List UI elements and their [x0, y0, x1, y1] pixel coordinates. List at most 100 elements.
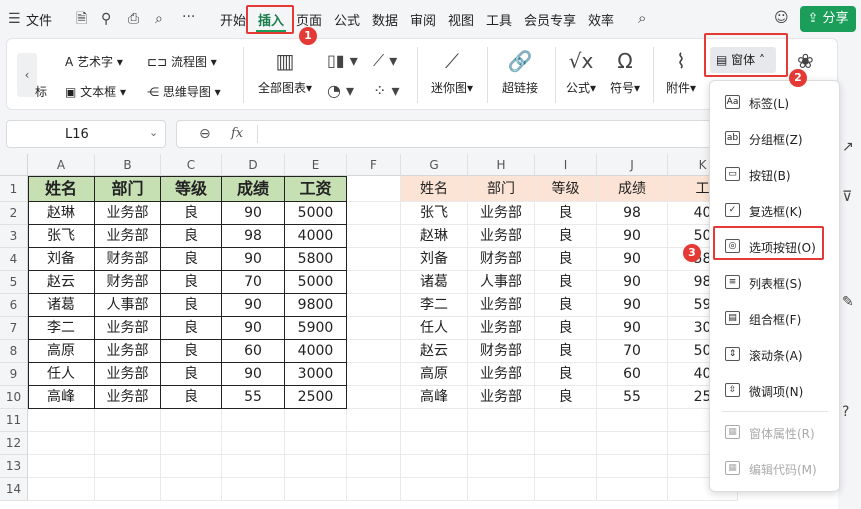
- right-table-cell[interactable]: 90: [597, 294, 668, 317]
- left-table-cell[interactable]: 任人: [28, 363, 95, 386]
- row-header-1[interactable]: 1: [0, 176, 28, 202]
- cell[interactable]: [222, 455, 285, 478]
- cell[interactable]: [285, 455, 347, 478]
- left-table-cell[interactable]: 业务部: [95, 340, 161, 363]
- fx-icon[interactable]: fx: [231, 126, 243, 141]
- cell[interactable]: [347, 432, 401, 455]
- right-table-cell[interactable]: 良: [535, 317, 597, 340]
- sidebar-pen-icon[interactable]: ✎: [842, 295, 854, 309]
- left-header-cell[interactable]: 等级: [161, 176, 222, 202]
- cell[interactable]: [222, 409, 285, 432]
- file-menu[interactable]: 文件: [26, 10, 52, 29]
- cell[interactable]: [347, 363, 401, 386]
- left-table-cell[interactable]: 良: [161, 363, 222, 386]
- cell[interactable]: [95, 478, 161, 501]
- row-header-3[interactable]: 3: [0, 225, 28, 248]
- tab-member[interactable]: 会员专享: [524, 10, 576, 29]
- right-table-cell[interactable]: 任人: [401, 317, 468, 340]
- cell[interactable]: [347, 409, 401, 432]
- column-header-H[interactable]: H: [468, 154, 535, 176]
- cell[interactable]: [95, 455, 161, 478]
- left-table-cell[interactable]: 刘备: [28, 248, 95, 271]
- right-table-cell[interactable]: 良: [535, 340, 597, 363]
- column-header-I[interactable]: I: [535, 154, 597, 176]
- tab-view[interactable]: 视图: [448, 10, 474, 29]
- right-table-cell[interactable]: 人事部: [468, 271, 535, 294]
- tab-tools[interactable]: 工具: [486, 10, 512, 29]
- right-table-cell[interactable]: 90: [597, 317, 668, 340]
- left-header-cell[interactable]: 部门: [95, 176, 161, 202]
- cell[interactable]: [347, 294, 401, 317]
- menu-item-3[interactable]: ✓ 复选框(K): [720, 197, 832, 223]
- row-header-11[interactable]: 11: [0, 409, 28, 432]
- right-table-cell[interactable]: 业务部: [468, 386, 535, 409]
- tab-formula[interactable]: 公式: [334, 10, 360, 29]
- right-table-cell[interactable]: 98: [597, 202, 668, 225]
- left-table-cell[interactable]: 5800: [285, 248, 347, 271]
- left-table-cell[interactable]: 良: [161, 340, 222, 363]
- cell[interactable]: [347, 317, 401, 340]
- flowchart-button[interactable]: ⊏⊐ 流程图 ▾: [147, 53, 217, 70]
- left-header-cell[interactable]: 姓名: [28, 176, 95, 202]
- art-text-button[interactable]: A 艺术字 ▾: [65, 53, 123, 70]
- right-table-cell[interactable]: 良: [535, 202, 597, 225]
- name-box[interactable]: L16 ⌄: [6, 120, 166, 148]
- right-table-cell[interactable]: 李二: [401, 294, 468, 317]
- cell[interactable]: [597, 409, 668, 432]
- left-table-cell[interactable]: 张飞: [28, 225, 95, 248]
- cell[interactable]: [347, 176, 401, 202]
- zoom-icon[interactable]: ⊖: [199, 126, 211, 142]
- left-table-cell[interactable]: 良: [161, 317, 222, 340]
- row-header-9[interactable]: 9: [0, 363, 28, 386]
- menu-item-6[interactable]: ▤ 组合框(F): [720, 305, 832, 331]
- right-table-cell[interactable]: 业务部: [468, 363, 535, 386]
- menu-item-5[interactable]: ≡ 列表框(S): [720, 269, 832, 295]
- cell[interactable]: [535, 409, 597, 432]
- row-header-13[interactable]: 13: [0, 455, 28, 478]
- print-icon[interactable]: ⎙: [128, 12, 139, 26]
- right-header-cell[interactable]: 成绩: [597, 176, 668, 202]
- label-partial[interactable]: 标: [35, 83, 47, 100]
- more-icon[interactable]: ···: [182, 10, 195, 24]
- right-table-cell[interactable]: 良: [535, 386, 597, 409]
- scatter-chart-icon[interactable]: ⁘ ▾: [373, 81, 400, 100]
- cell[interactable]: [161, 432, 222, 455]
- column-header-J[interactable]: J: [597, 154, 668, 176]
- cell[interactable]: [597, 455, 668, 478]
- row-header-5[interactable]: 5: [0, 271, 28, 294]
- left-table-cell[interactable]: 财务部: [95, 271, 161, 294]
- cell[interactable]: [161, 409, 222, 432]
- cell[interactable]: [347, 455, 401, 478]
- cell[interactable]: [347, 202, 401, 225]
- right-table-cell[interactable]: 业务部: [468, 225, 535, 248]
- right-table-cell[interactable]: 良: [535, 271, 597, 294]
- left-table-cell[interactable]: 9800: [285, 294, 347, 317]
- format-painter-icon[interactable]: ⚲: [101, 12, 111, 26]
- right-table-cell[interactable]: 财务部: [468, 340, 535, 363]
- chevron-down-icon[interactable]: ⌄: [149, 126, 158, 139]
- menu-item-7[interactable]: ⇕ 滚动条(A): [720, 341, 832, 367]
- left-table-cell[interactable]: 高峰: [28, 386, 95, 409]
- right-table-cell[interactable]: 良: [535, 248, 597, 271]
- column-header-F[interactable]: F: [347, 154, 401, 176]
- cell[interactable]: [535, 455, 597, 478]
- sidebar-filter-icon[interactable]: ⊽: [842, 190, 852, 204]
- cell[interactable]: [28, 478, 95, 501]
- left-table-cell[interactable]: 赵琳: [28, 202, 95, 225]
- right-header-cell[interactable]: 部门: [468, 176, 535, 202]
- sidebar-help-icon[interactable]: ?: [842, 405, 849, 419]
- menu-item-0[interactable]: Aa 标签(L): [720, 89, 832, 115]
- left-table-cell[interactable]: 业务部: [95, 225, 161, 248]
- left-table-cell[interactable]: 财务部: [95, 248, 161, 271]
- left-table-cell[interactable]: 5000: [285, 271, 347, 294]
- hyperlink-button[interactable]: 🔗 超链接: [493, 49, 547, 96]
- ribbon-scroll-left-icon[interactable]: ‹: [17, 53, 37, 97]
- cell[interactable]: [468, 432, 535, 455]
- cell[interactable]: [28, 409, 95, 432]
- right-table-cell[interactable]: 高峰: [401, 386, 468, 409]
- cell[interactable]: [597, 432, 668, 455]
- cell[interactable]: [347, 248, 401, 271]
- row-header-10[interactable]: 10: [0, 386, 28, 409]
- save-icon[interactable]: 🗎: [76, 12, 87, 26]
- left-table-cell[interactable]: 李二: [28, 317, 95, 340]
